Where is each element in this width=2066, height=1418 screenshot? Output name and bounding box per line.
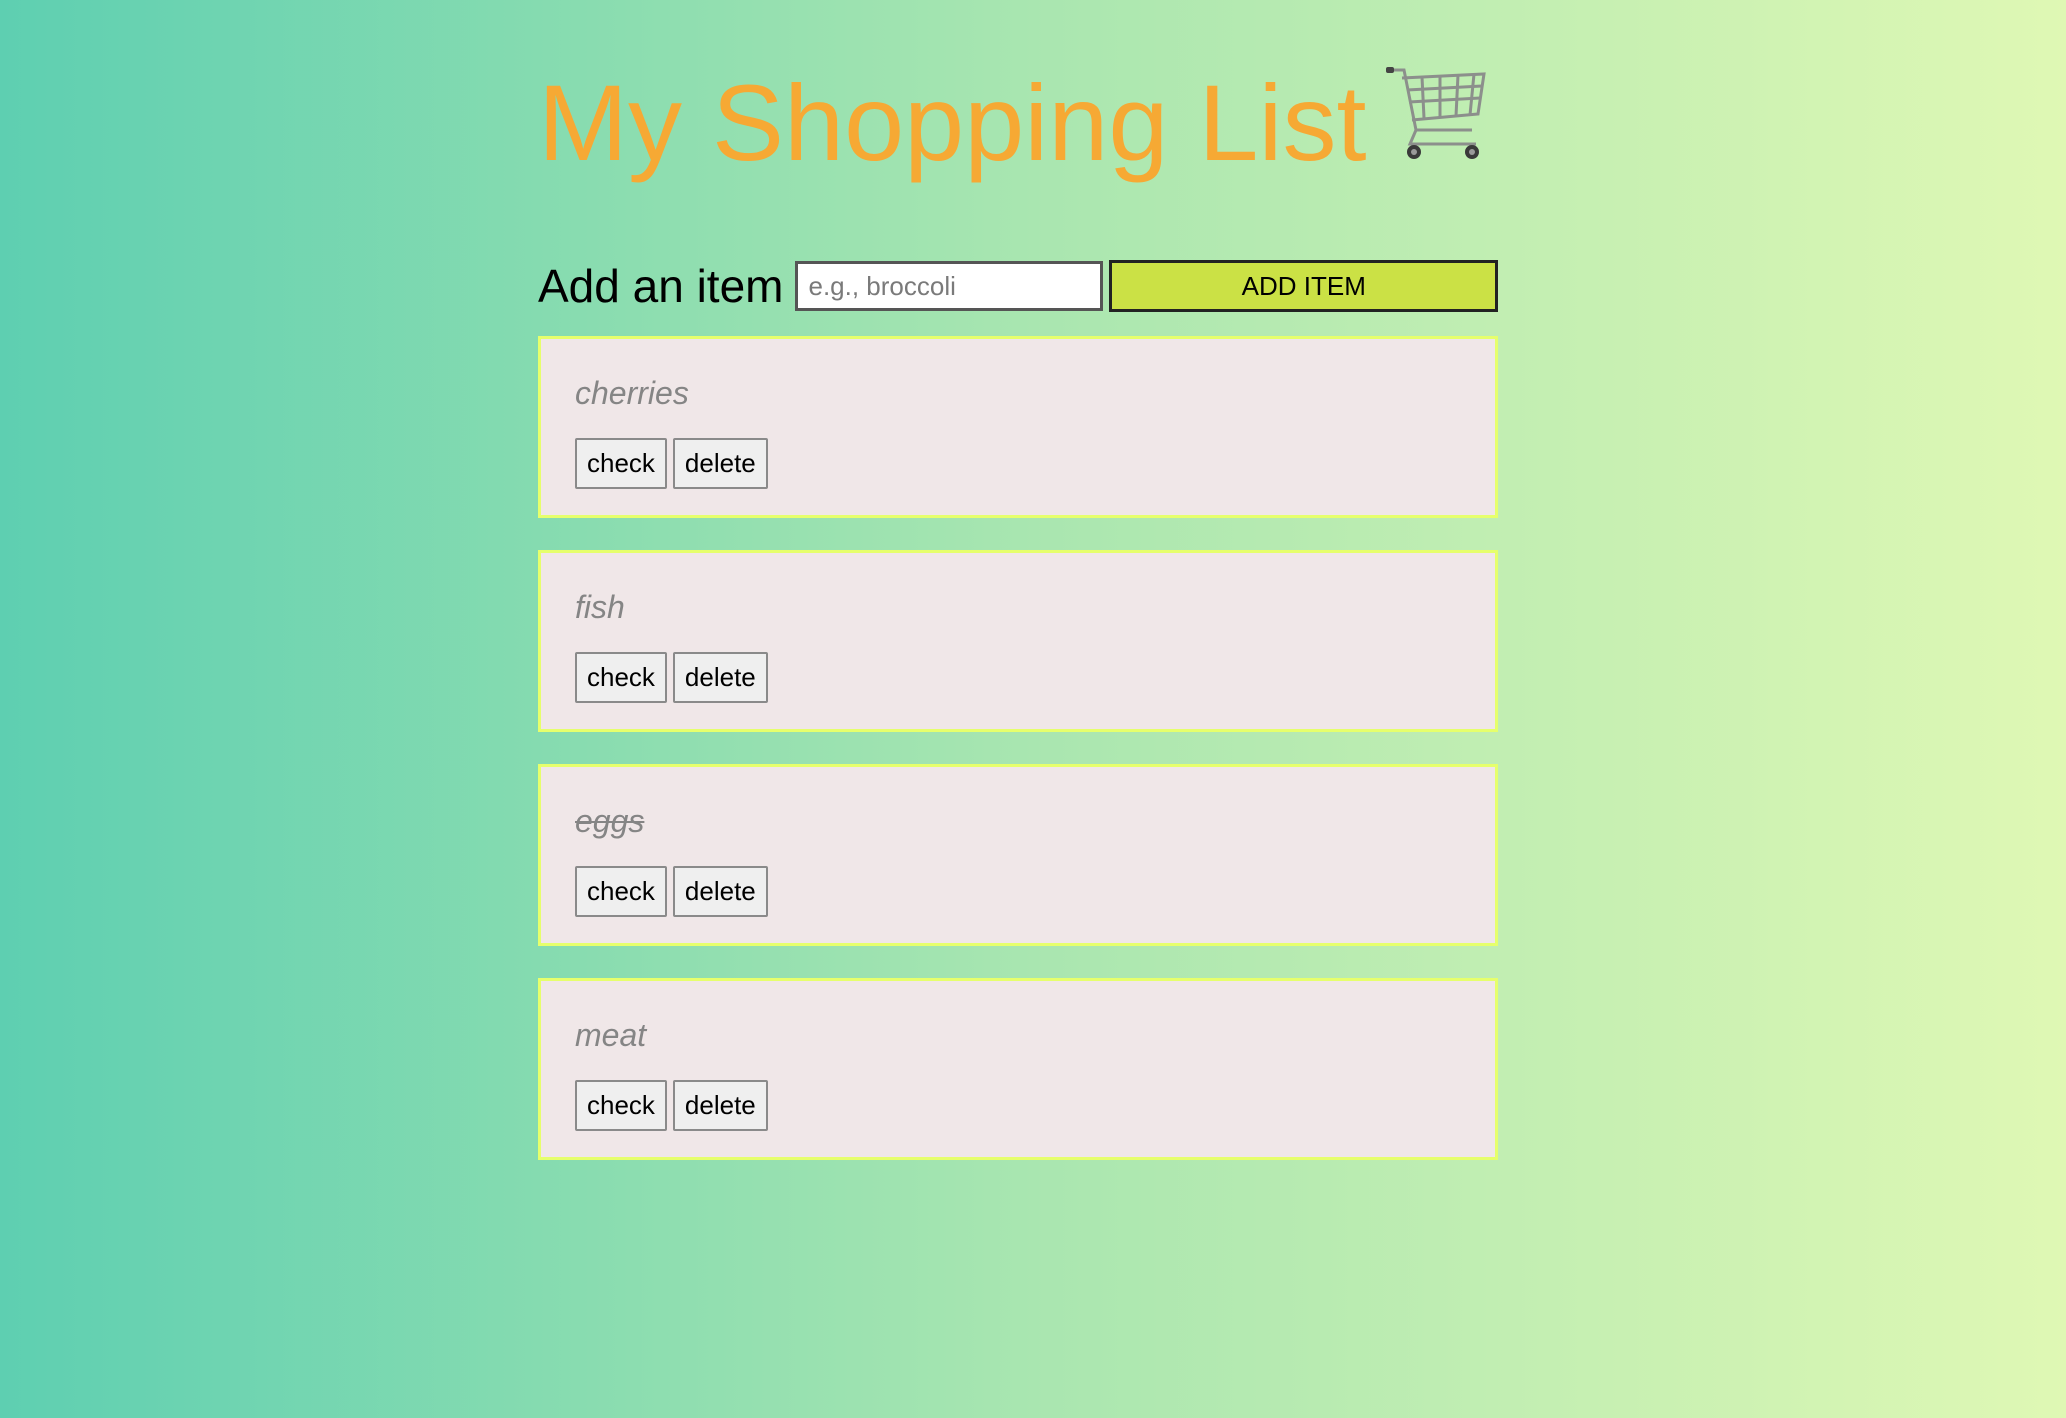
add-item-form: Add an item ADD ITEM <box>538 260 1498 312</box>
add-item-button[interactable]: ADD ITEM <box>1109 260 1498 312</box>
add-item-label: Add an item <box>538 260 784 312</box>
shopping-list-app: My Shopping List Add an item e.g., brocc… <box>538 0 1498 1192</box>
item-name: fish <box>575 589 625 625</box>
shopping-list: cherries check delete fish check delete … <box>538 336 1498 1160</box>
list-item: fish check delete <box>538 550 1498 732</box>
add-item-input[interactable] <box>795 261 1104 311</box>
list-item: cherries check delete <box>538 336 1498 518</box>
check-button[interactable]: check <box>575 652 667 703</box>
delete-button[interactable]: delete <box>672 866 768 917</box>
page-title-text: My Shopping List <box>538 62 1367 183</box>
delete-button[interactable]: delete <box>672 652 768 703</box>
item-name: eggs <box>575 803 645 839</box>
delete-button[interactable]: delete <box>672 1080 768 1131</box>
item-actions: check delete <box>575 652 1461 703</box>
item-name: cherries <box>575 375 689 411</box>
check-button[interactable]: check <box>575 866 667 917</box>
page-title: My Shopping List <box>538 0 1498 186</box>
shopping-cart-icon <box>1386 60 1490 190</box>
list-item: eggs check delete <box>538 764 1498 946</box>
check-button[interactable]: check <box>575 438 667 489</box>
item-name: meat <box>575 1017 647 1053</box>
item-actions: check delete <box>575 438 1461 489</box>
item-actions: check delete <box>575 1080 1461 1131</box>
delete-button[interactable]: delete <box>672 438 768 489</box>
check-button[interactable]: check <box>575 1080 667 1131</box>
list-item: meat check delete <box>538 978 1498 1160</box>
item-actions: check delete <box>575 866 1461 917</box>
